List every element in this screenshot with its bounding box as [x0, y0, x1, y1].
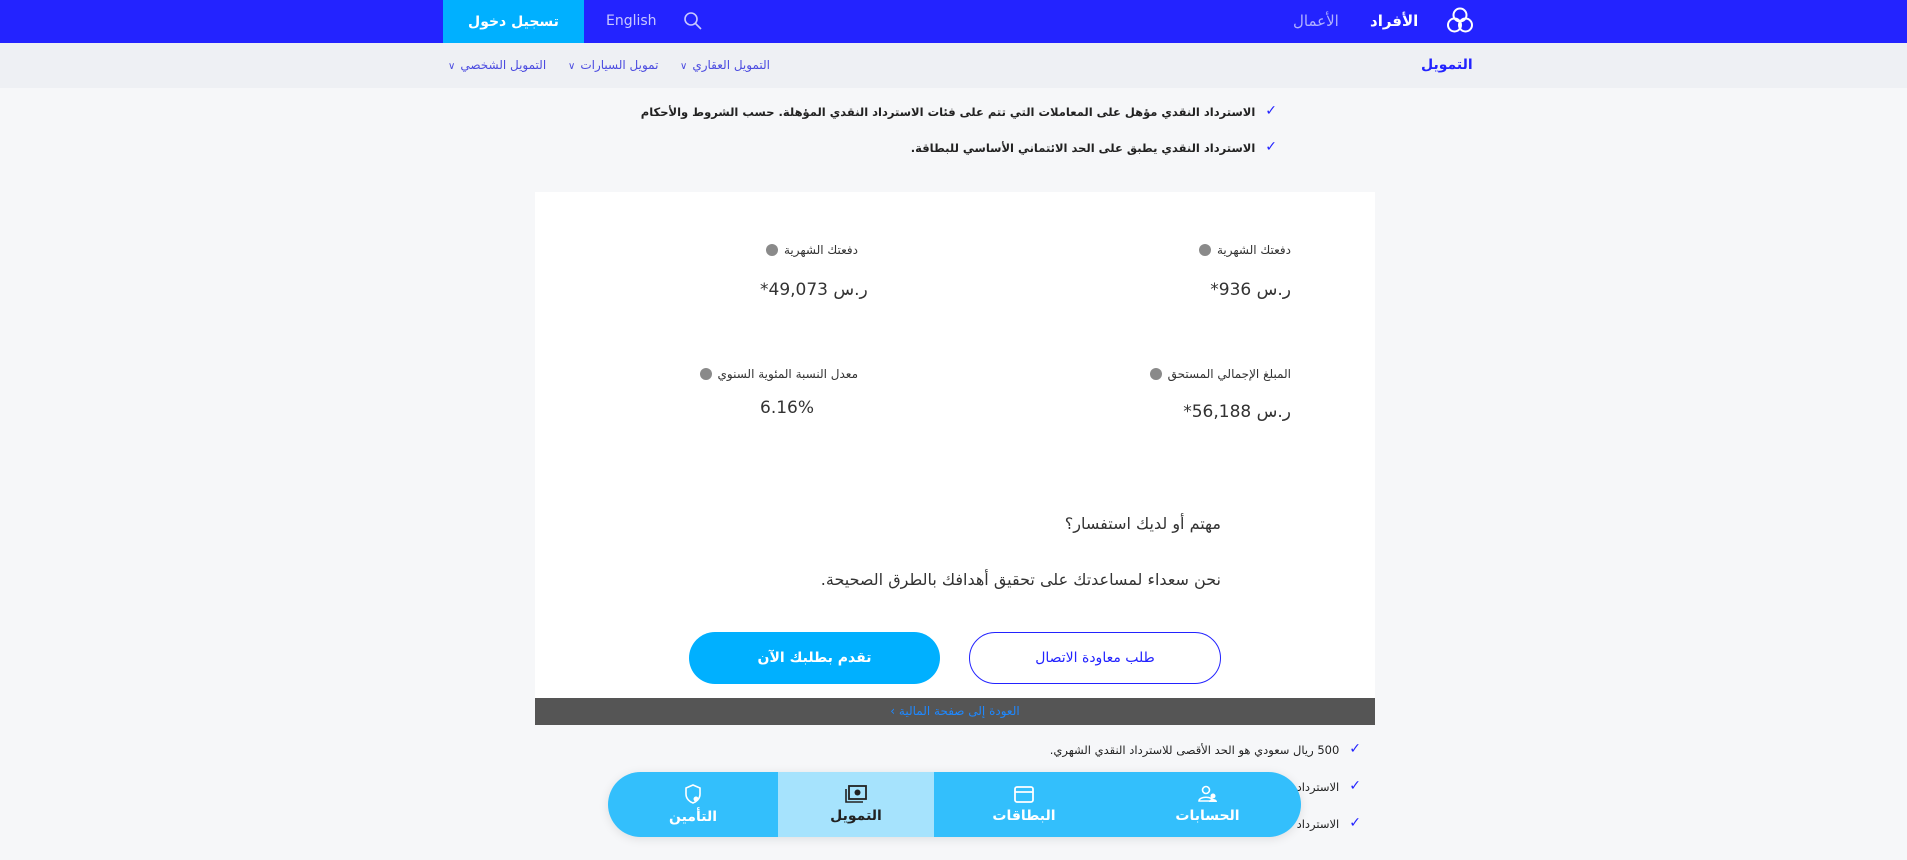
- monthly-payment-label: دفعتك الشهرية: [1198, 243, 1291, 257]
- monthly-payment-value: ر.س 936*: [1210, 280, 1291, 300]
- apr-label: معدل النسبة المئوية السنوي: [699, 367, 858, 381]
- total-amount-label: المبلغ الإجمالي المستحق: [1149, 367, 1291, 381]
- list-item: ✓ الاسترداد النقدي مؤهل على المعاملات الت…: [640, 103, 1277, 119]
- apply-button[interactable]: تقدم بطلبك الآن: [689, 632, 940, 684]
- card-icon: [1014, 785, 1034, 803]
- list-item: ✓ 500 ريال سعودي هو الحد الأقصى للاسترداد…: [1049, 741, 1361, 757]
- subnav-label: تمويل السيارات: [580, 58, 659, 72]
- total-amount-value: ر.س 56,188*: [1183, 402, 1291, 422]
- subnav-personal[interactable]: التمويل الشخصي ∨: [448, 43, 546, 88]
- search-icon[interactable]: [683, 11, 703, 31]
- subnav-title: التمويل: [1421, 57, 1473, 73]
- nav-label: الحسابات: [1175, 808, 1240, 824]
- bullet-text: الاسترداد: [1296, 780, 1340, 794]
- chevron-down-icon: ∨: [680, 61, 688, 72]
- info-icon[interactable]: [699, 368, 712, 380]
- list-item: ✓ الاسترداد: [1296, 815, 1361, 831]
- check-icon: ✓: [1349, 741, 1361, 757]
- accounts-icon: [1197, 785, 1217, 802]
- insurance-icon: [685, 784, 701, 804]
- results-card: [535, 192, 1375, 725]
- finance-icon: [845, 785, 867, 803]
- login-button[interactable]: تسجيل دخول: [443, 0, 584, 43]
- callback-button[interactable]: طلب معاودة الاتصال: [969, 632, 1221, 684]
- check-icon: ✓: [1265, 103, 1277, 119]
- apr-value: 6.16%: [760, 398, 815, 418]
- check-icon: ✓: [1349, 815, 1361, 831]
- bottom-nav: التأمين التمويل البطاقات الحسابات: [608, 772, 1301, 837]
- info-icon[interactable]: [765, 244, 778, 256]
- subnav-auto[interactable]: تمويل السيارات ∨: [568, 43, 658, 88]
- bullet-text: الاسترداد: [1296, 817, 1340, 831]
- list-item: ✓ الاسترداد النقدي يطبق على الحد الائتمان…: [910, 139, 1277, 155]
- sub-navigation: [0, 43, 1907, 88]
- bullet-text: الاسترداد النقدي مؤهل على المعاملات التي…: [640, 105, 1256, 119]
- nav-accounts[interactable]: الحسابات: [1114, 772, 1301, 837]
- bank-logo-icon[interactable]: [1445, 6, 1475, 36]
- list-item: ✓ الاسترداد: [1296, 778, 1361, 794]
- chevron-down-icon: ∨: [568, 61, 576, 72]
- nav-cards[interactable]: البطاقات: [934, 772, 1114, 837]
- monthly-payment-label-2: دفعتك الشهرية: [765, 243, 858, 257]
- label-text: دفعتك الشهرية: [1216, 243, 1291, 257]
- label-text: المبلغ الإجمالي المستحق: [1167, 367, 1291, 381]
- nav-label: التمويل: [830, 808, 882, 824]
- tab-business[interactable]: الأعمال: [1293, 0, 1339, 43]
- subnav-mortgage[interactable]: التمويل العقاري ∨: [680, 43, 770, 88]
- nav-finance[interactable]: التمويل: [778, 772, 934, 837]
- subnav-label: التمويل العقاري: [692, 58, 771, 72]
- check-icon: ✓: [1265, 139, 1277, 155]
- back-link[interactable]: العودة إلى صفحة المالية ›: [535, 698, 1375, 725]
- nav-label: التأمين: [668, 809, 717, 825]
- monthly-payment-value-2: ر.س 49,073*: [760, 280, 868, 300]
- chevron-down-icon: ∨: [448, 61, 456, 72]
- cta-question: مهتم أو لديك استفسار؟: [1064, 514, 1221, 533]
- nav-label: البطاقات: [992, 807, 1056, 824]
- language-switch[interactable]: English: [606, 0, 657, 43]
- label-text: دفعتك الشهرية: [783, 243, 858, 257]
- label-text: معدل النسبة المئوية السنوي: [717, 367, 858, 381]
- bullet-text: الاسترداد النقدي يطبق على الحد الائتماني…: [910, 141, 1256, 155]
- cta-text: نحن سعداء لمساعدتك على تحقيق أهدافك بالط…: [820, 570, 1221, 589]
- top-bar: [0, 0, 1907, 43]
- subnav-label: التمويل الشخصي: [460, 58, 547, 72]
- info-icon[interactable]: [1198, 244, 1211, 256]
- info-icon[interactable]: [1149, 368, 1162, 380]
- bullet-text: 500 ريال سعودي هو الحد الأقصى للاسترداد …: [1049, 743, 1340, 757]
- nav-insurance[interactable]: التأمين: [608, 772, 778, 837]
- check-icon: ✓: [1349, 778, 1361, 794]
- tab-individuals[interactable]: الأفراد: [1370, 0, 1418, 43]
